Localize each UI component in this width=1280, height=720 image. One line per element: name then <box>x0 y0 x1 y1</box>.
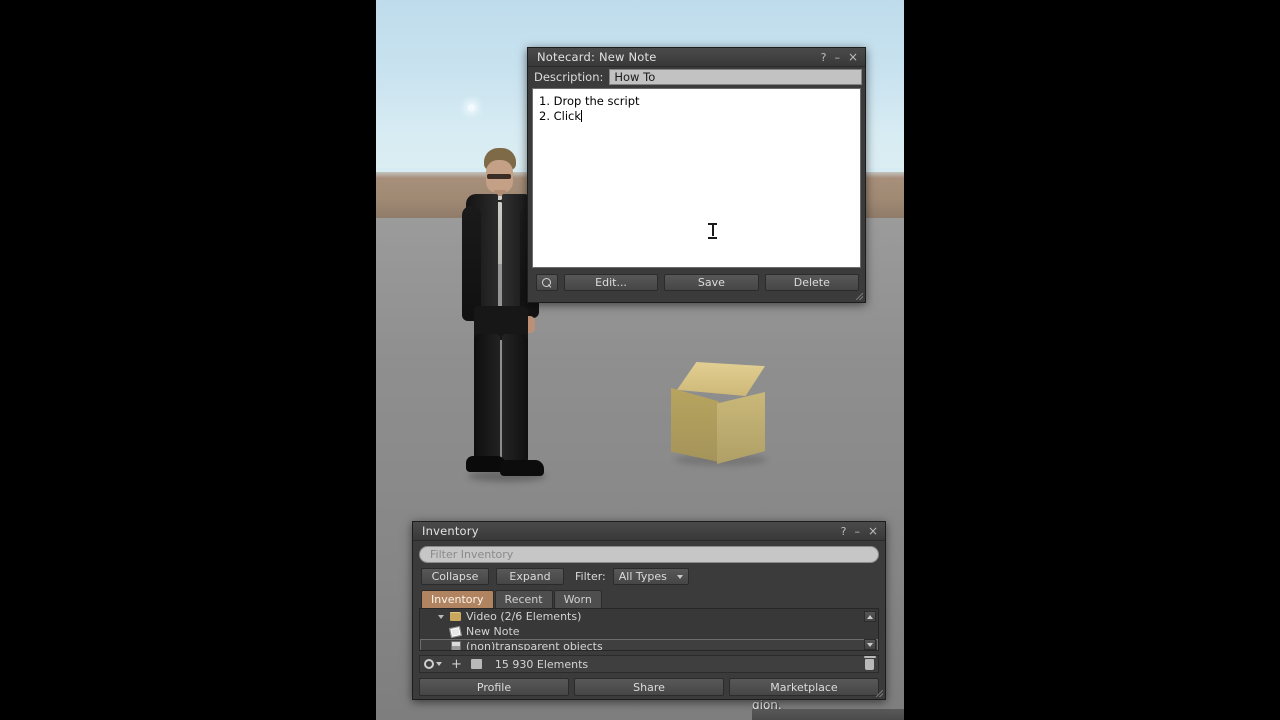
notecard-title: Notecard: New Note <box>537 50 657 64</box>
edit-button[interactable]: Edit... <box>563 274 659 291</box>
chevron-down-icon <box>436 662 442 666</box>
list-item-label: Video (2/6 Elements) <box>466 610 582 623</box>
inventory-titlebar[interactable]: Inventory ? – × <box>413 522 885 541</box>
inventory-tabs: Inventory Recent Worn <box>421 590 885 608</box>
screen-root: ne reg gion. Notecard: New Note ? – × De… <box>0 0 1280 720</box>
resize-grip[interactable] <box>876 690 883 697</box>
filter-inventory-input[interactable]: Filter Inventory <box>419 546 879 563</box>
inventory-scrollbar[interactable] <box>864 611 876 650</box>
avatar-leg-left <box>474 334 500 462</box>
notecard-description-row: Description: How To <box>528 67 865 87</box>
text-caret <box>581 109 583 122</box>
ibeam-cursor-icon <box>708 223 717 239</box>
minimize-icon[interactable]: – <box>854 526 860 537</box>
tab-inventory[interactable]: Inventory <box>421 590 494 608</box>
notecard-window[interactable]: Notecard: New Note ? – × Description: Ho… <box>527 47 866 303</box>
close-icon[interactable]: × <box>868 525 878 537</box>
tab-worn[interactable]: Worn <box>553 590 602 608</box>
inventory-window-controls: ? – × <box>841 525 881 537</box>
avatar-leg-right <box>502 334 528 462</box>
notecard-titlebar[interactable]: Notecard: New Note ? – × <box>528 48 865 67</box>
cube-face-top <box>677 362 765 396</box>
inventory-title: Inventory <box>422 524 479 538</box>
share-button[interactable]: Share <box>574 678 724 696</box>
filter-type-dropdown[interactable]: All Types <box>612 568 689 585</box>
avatar-arm-left <box>462 206 481 321</box>
description-label: Description: <box>534 70 604 84</box>
scroll-up-button[interactable] <box>864 611 876 622</box>
notecard-text-area[interactable]: 1. Drop the script 2. Click <box>532 88 861 268</box>
list-item-label: (non)transparent objects <box>466 640 603 651</box>
inventory-status-bar: + 15 930 Elements <box>419 655 879 673</box>
help-icon[interactable]: ? <box>841 526 847 537</box>
inventory-button-row: Profile Share Marketplace <box>413 673 885 696</box>
list-item-label: New Note <box>466 625 520 638</box>
add-item-button[interactable]: + <box>451 658 462 671</box>
notecard-line-2: 2. Click <box>539 109 854 124</box>
gear-menu-button[interactable] <box>424 659 442 669</box>
element-count: 15 930 Elements <box>494 657 589 671</box>
arrow-up-icon <box>867 614 873 619</box>
delete-button[interactable]: Delete <box>764 274 859 291</box>
search-icon <box>542 278 552 287</box>
collapse-button[interactable]: Collapse <box>421 568 489 585</box>
chat-input-bar[interactable] <box>752 709 904 720</box>
close-icon[interactable]: × <box>848 51 858 63</box>
help-icon[interactable]: ? <box>821 52 827 63</box>
tab-recent[interactable]: Recent <box>494 590 553 608</box>
notecard-line-2-text: 2. Click <box>539 108 582 123</box>
profile-button[interactable]: Profile <box>419 678 569 696</box>
save-button[interactable]: Save <box>664 274 759 291</box>
filter-label: Filter: <box>575 570 606 583</box>
notecard-line-1: 1. Drop the script <box>539 94 640 108</box>
inventory-controls-row: Collapse Expand Filter: All Types <box>413 563 885 585</box>
chevron-down-icon <box>676 574 683 579</box>
search-button[interactable] <box>536 274 558 291</box>
marketplace-button[interactable]: Marketplace <box>729 678 879 696</box>
object-icon <box>451 641 461 650</box>
resize-grip[interactable] <box>856 293 863 300</box>
list-item[interactable]: (non)transparent objects <box>420 639 878 651</box>
gear-icon <box>424 659 434 669</box>
list-item[interactable]: Video (2/6 Elements) <box>420 609 878 624</box>
minimize-icon[interactable]: – <box>834 52 840 63</box>
notecard-button-row: Edit... Save Delete <box>528 268 865 291</box>
avatar-shoe-right <box>500 460 544 476</box>
wooden-cube-prim[interactable] <box>671 362 771 466</box>
expand-button[interactable]: Expand <box>496 568 564 585</box>
folder-icon <box>450 612 461 621</box>
scroll-down-button[interactable] <box>864 639 876 650</box>
description-input[interactable]: How To <box>609 69 862 85</box>
list-item[interactable]: New Note <box>420 624 878 639</box>
cube-face-left <box>671 388 719 462</box>
filter-type-value: All Types <box>618 570 667 583</box>
chevron-down-icon[interactable] <box>438 614 444 619</box>
trash-icon[interactable] <box>863 656 876 670</box>
notecard-icon <box>449 625 462 638</box>
sun-glow-icon <box>468 104 475 111</box>
arrow-down-icon <box>867 642 873 647</box>
inventory-list[interactable]: Video (2/6 Elements) New Note (non)trans… <box>419 608 879 651</box>
cube-face-right <box>717 392 765 464</box>
sunglasses-icon <box>487 174 511 179</box>
notecard-window-controls: ? – × <box>821 51 861 63</box>
new-folder-icon[interactable] <box>470 659 482 669</box>
inventory-window[interactable]: Inventory ? – × Filter Inventory Collaps… <box>412 521 886 700</box>
